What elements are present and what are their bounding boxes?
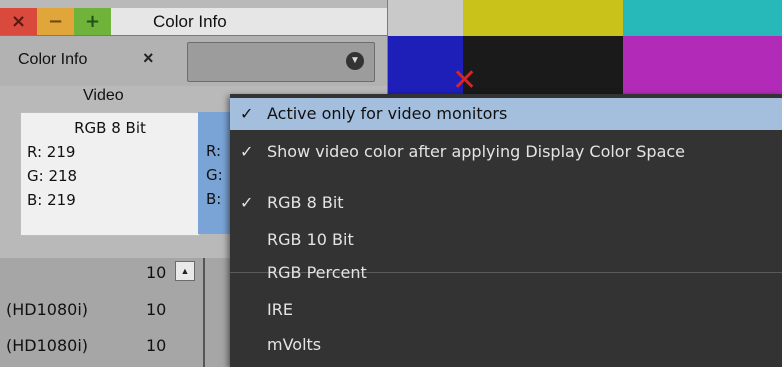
- menu-item-active-only-video-monitors[interactable]: ✓ Active only for video monitors: [230, 98, 782, 130]
- lut-blue-label: B:: [206, 190, 222, 208]
- menu-item-rgb-percent[interactable]: RGB Percent: [230, 257, 782, 289]
- lut-green-label: G:: [206, 166, 223, 184]
- blue-value: B: 219: [27, 191, 76, 209]
- table-row: 10: [146, 336, 167, 355]
- table-row-format: (HD1080i): [6, 336, 88, 355]
- scroll-up-button[interactable]: ▲: [175, 261, 195, 281]
- menu-item-show-video-color[interactable]: ✓ Show video color after applying Displa…: [230, 136, 782, 168]
- menu-item-ire[interactable]: IRE: [230, 294, 782, 326]
- zoom-button[interactable]: +: [74, 8, 111, 35]
- tab-color-info[interactable]: Color Info: [18, 45, 87, 75]
- tab-close-icon[interactable]: ×: [143, 48, 154, 69]
- green-value: G: 218: [27, 167, 78, 185]
- window-title: Color Info: [153, 12, 227, 31]
- menu-item-mvolts[interactable]: mVolts: [230, 329, 782, 361]
- menu-item-rgb-10-bit[interactable]: RGB 10 Bit: [230, 224, 782, 256]
- check-icon: ✓: [240, 104, 254, 123]
- table-row: 10: [146, 300, 167, 319]
- close-button[interactable]: ×: [0, 8, 37, 35]
- video-color-panel: RGB 8 Bit R: 219 G: 218 B: 219: [20, 112, 200, 236]
- check-icon: ✓: [240, 142, 254, 161]
- table-row: 10: [146, 263, 167, 282]
- check-icon: ✓: [240, 193, 254, 212]
- minimize-button[interactable]: −: [37, 8, 74, 35]
- pane-divider[interactable]: [203, 258, 205, 367]
- window-titlebar: × − + Color Info: [0, 8, 387, 36]
- chevron-down-icon[interactable]: ▼: [346, 52, 364, 70]
- menu-item-rgb-8-bit[interactable]: ✓ RGB 8 Bit: [230, 187, 782, 219]
- red-value: R: 219: [27, 143, 76, 161]
- video-column-header: Video: [83, 87, 124, 104]
- color-info-options-menu: ✓ Active only for video monitors ✓ Show …: [230, 94, 782, 367]
- color-mode-label: RGB 8 Bit: [74, 119, 146, 137]
- monitor-x-mark: ✕: [452, 63, 478, 98]
- lut-red-label: R:: [206, 142, 222, 160]
- video-monitor-colorbars: [385, 0, 782, 100]
- table-row-format: (HD1080i): [6, 300, 88, 319]
